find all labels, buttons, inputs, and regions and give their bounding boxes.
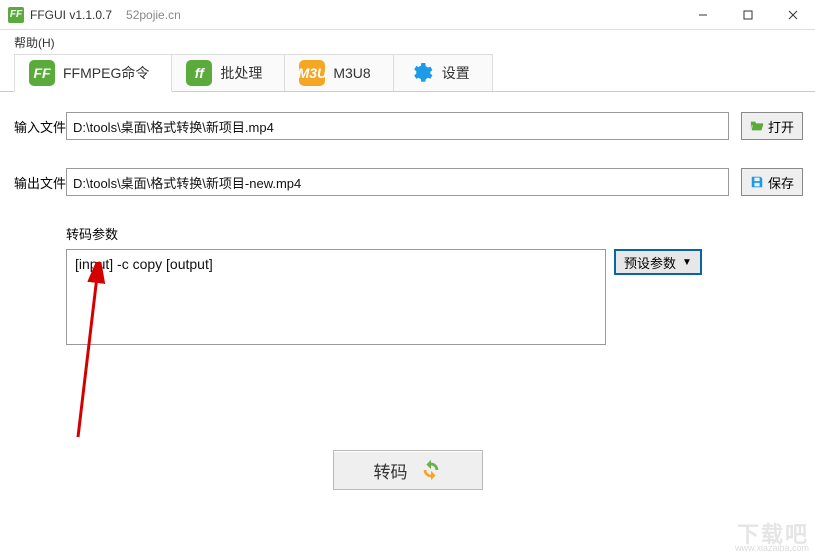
output-file-row: 输出文件 保存 — [12, 168, 803, 196]
params-row: 预设参数 ▼ — [66, 249, 803, 345]
refresh-icon — [420, 459, 442, 481]
output-file-field[interactable] — [66, 168, 729, 196]
tab-m3u8[interactable]: M3U M3U8 — [285, 54, 393, 91]
tab-label: 批处理 — [220, 63, 262, 83]
app-icon: FF — [8, 7, 24, 23]
input-file-row: 输入文件 打开 — [12, 112, 803, 140]
window-subtitle: 52pojie.cn — [126, 8, 181, 22]
input-file-label: 输入文件 — [12, 117, 66, 136]
tabbar: FF FFMPEG命令 ff 批处理 M3U M3U8 设置 — [0, 54, 815, 92]
titlebar: FF FFGUI v1.1.0.7 52pojie.cn — [0, 0, 815, 30]
watermark: 下载吧 — [737, 517, 809, 549]
transcode-button-label: 转码 — [374, 458, 408, 483]
transcode-button[interactable]: 转码 — [333, 450, 483, 490]
save-icon — [750, 175, 764, 189]
batch-icon: ff — [186, 60, 212, 86]
input-file-field[interactable] — [66, 112, 729, 140]
content-area: 输入文件 打开 输出文件 保存 转码参数 预设参数 ▼ — [0, 92, 815, 345]
folder-open-icon — [750, 119, 764, 133]
tab-label: M3U8 — [333, 65, 370, 81]
params-label: 转码参数 — [66, 224, 803, 243]
watermark-url: www.xiazaiba.com — [735, 543, 809, 553]
tab-label: FFMPEG命令 — [63, 63, 149, 83]
ffmpeg-icon: FF — [29, 60, 55, 86]
tab-ffmpeg[interactable]: FF FFMPEG命令 — [14, 54, 172, 92]
open-button[interactable]: 打开 — [741, 112, 803, 140]
save-button[interactable]: 保存 — [741, 168, 803, 196]
close-button[interactable] — [770, 0, 815, 30]
maximize-button[interactable] — [725, 0, 770, 30]
tab-batch[interactable]: ff 批处理 — [172, 54, 285, 91]
minimize-button[interactable] — [680, 0, 725, 30]
save-button-label: 保存 — [768, 173, 794, 192]
tab-settings[interactable]: 设置 — [394, 54, 493, 91]
output-file-label: 输出文件 — [12, 173, 66, 192]
params-textarea[interactable] — [66, 249, 606, 345]
tab-label: 设置 — [442, 63, 470, 83]
menu-help[interactable]: 帮助(H) — [8, 32, 61, 53]
m3u8-icon: M3U — [299, 60, 325, 86]
chevron-down-icon: ▼ — [682, 257, 692, 268]
open-button-label: 打开 — [768, 117, 794, 136]
menubar: 帮助(H) — [0, 30, 815, 54]
preset-button-label: 预设参数 — [624, 253, 676, 272]
preset-params-button[interactable]: 预设参数 ▼ — [614, 249, 702, 275]
window-title: FFGUI v1.1.0.7 — [30, 8, 112, 22]
gear-icon — [408, 60, 434, 86]
